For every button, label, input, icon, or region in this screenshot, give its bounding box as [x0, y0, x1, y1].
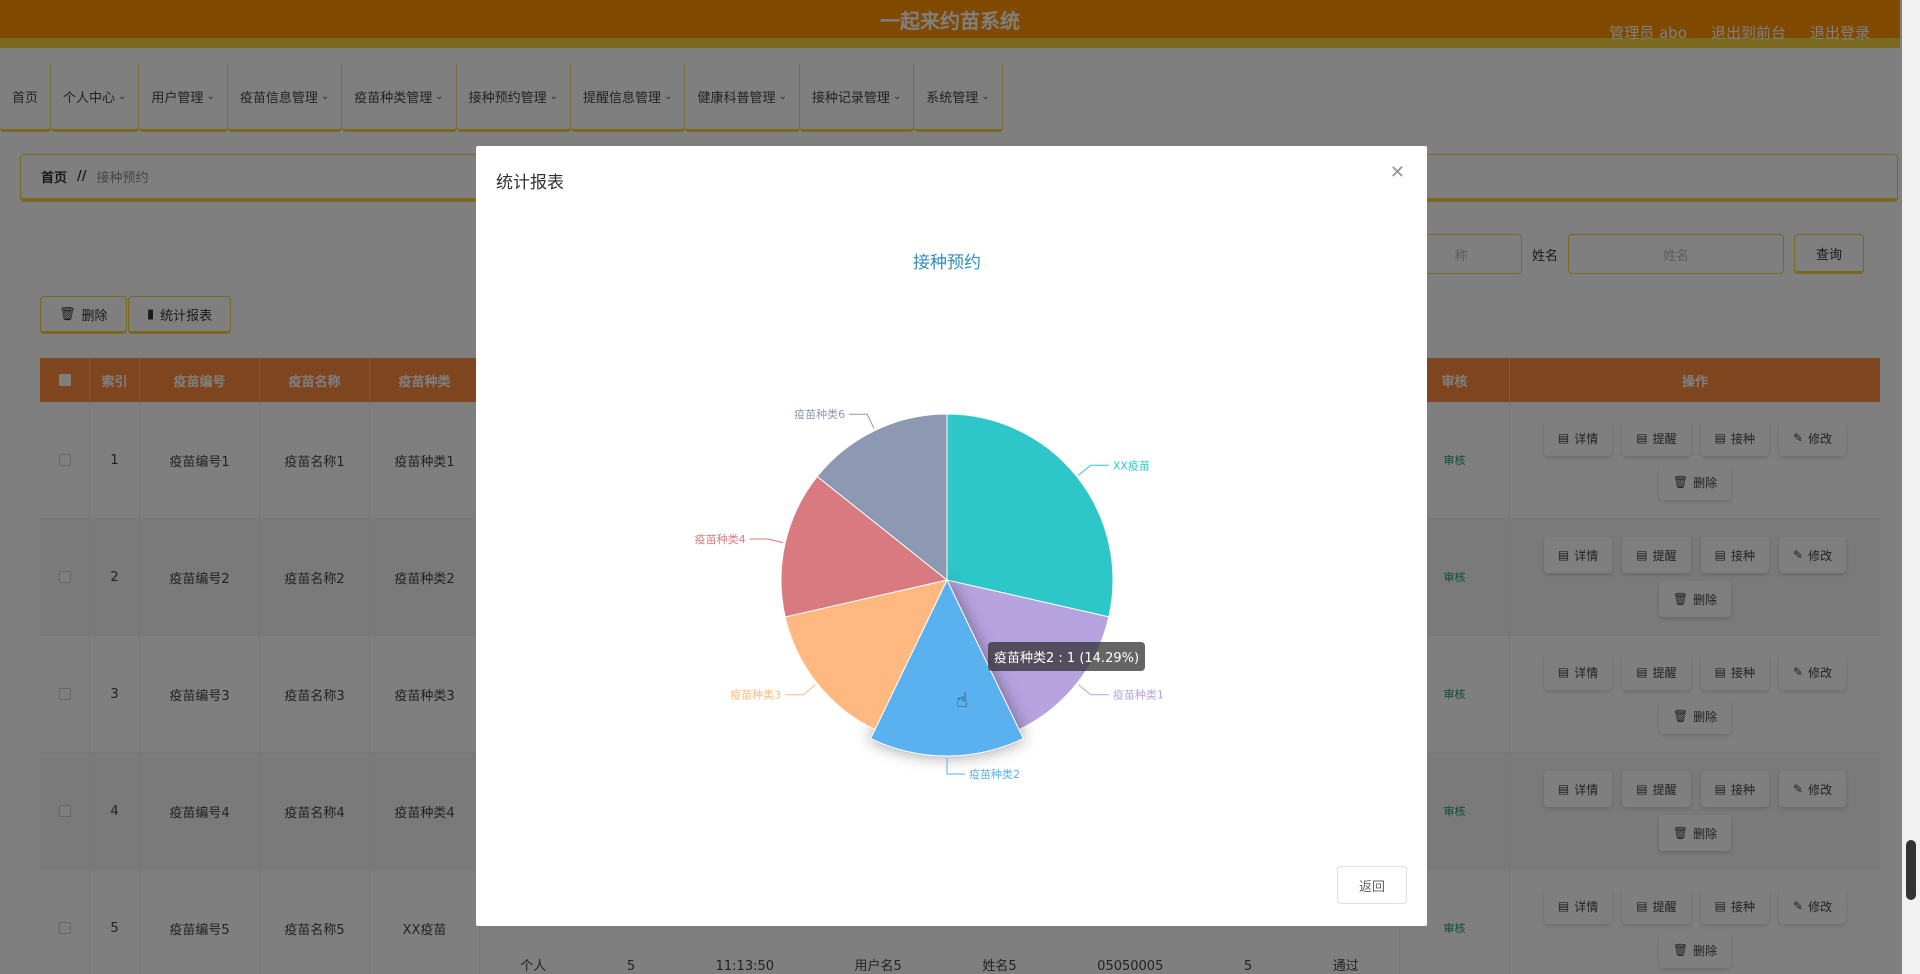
pie-label-line-4: [749, 538, 784, 544]
back-button[interactable]: 返回: [1337, 866, 1407, 904]
pie-label-line-5: [849, 413, 875, 429]
pie-label-line-3: [785, 684, 816, 696]
dialog-title: 统计报表: [496, 173, 564, 193]
stats-dialog: 统计报表 ✕ 接种预约 XX疫苗疫苗种类1 疫苗种类2 疫苗种类3 疫苗种类4 疫苗种类6…: [476, 146, 1427, 926]
pie-label-0: XX疫苗: [1113, 458, 1150, 472]
chart-title: 接种预约: [913, 253, 981, 273]
chart-tooltip: 疫苗种类2 : 1 (14.29%): [988, 642, 1146, 671]
pie-label-line-2: [946, 758, 965, 775]
hand-cursor-icon: ☝: [956, 688, 969, 712]
scrollbar-thumb[interactable]: [1906, 840, 1916, 900]
close-icon[interactable]: ✕: [1390, 162, 1405, 183]
pie-label-1: 疫苗种类1: [1113, 688, 1164, 702]
pie-chart-container: 接种预约 XX疫苗疫苗种类1 疫苗种类2 疫苗种类3 疫苗种类4 疫苗种类6: [476, 216, 1427, 836]
pie-label-line-0: [1078, 464, 1109, 476]
pie-label-4: 疫苗种类4: [695, 532, 746, 546]
pie-label-2: 疫苗种类2: [969, 767, 1020, 781]
pie-label-5: 疫苗种类6: [794, 407, 845, 421]
page-scrollbar[interactable]: [1902, 0, 1920, 974]
pie-chart: 接种预约 XX疫苗疫苗种类1 疫苗种类2 疫苗种类3 疫苗种类4 疫苗种类6: [695, 253, 1164, 781]
pie-label-3: 疫苗种类3: [730, 688, 781, 702]
pie-label-line-1: [1078, 684, 1109, 696]
